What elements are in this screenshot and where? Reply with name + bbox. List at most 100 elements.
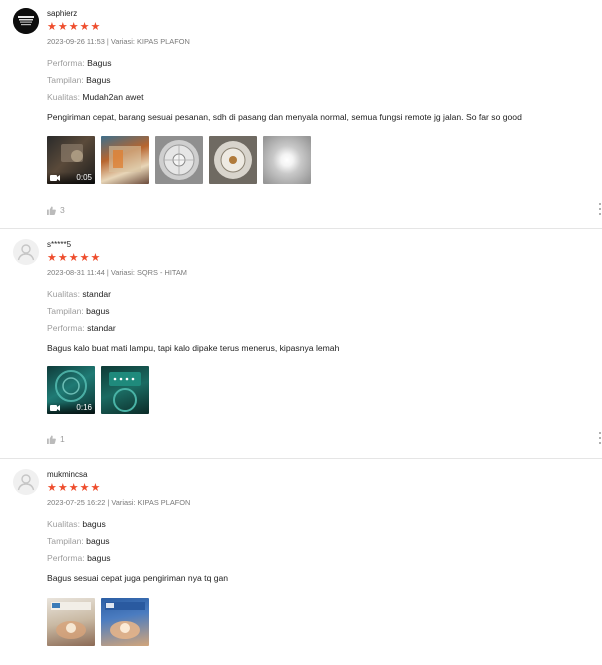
more-options-button[interactable]	[598, 432, 602, 444]
star-icon: ★	[57, 482, 68, 494]
review-username[interactable]: mukmincsa	[47, 469, 592, 480]
attribute-key: Tampilan:	[47, 306, 84, 316]
review-meta: 2023-09-26 11:53 | Variasi: KIPAS PLAFON	[47, 37, 190, 46]
attribute-value: bagus	[82, 519, 106, 529]
thumbs-up-icon	[47, 434, 56, 444]
attribute-key: Kualitas:	[47, 289, 80, 299]
review-username[interactable]: s*****5	[47, 239, 592, 250]
more-vertical-icon	[599, 203, 601, 205]
review-media: 0:16	[47, 366, 149, 414]
video-duration: 0:05	[76, 173, 92, 182]
attribute-value: Bagus	[87, 58, 112, 68]
photo-image	[105, 602, 145, 639]
review-photo-thumbnail[interactable]	[101, 598, 149, 646]
review-photo-thumbnail[interactable]	[263, 136, 311, 184]
video-camera-icon	[50, 175, 60, 181]
review-photo-thumbnail[interactable]	[101, 366, 149, 414]
attribute-value: bagus	[86, 536, 110, 546]
attribute-key: Kualitas:	[47, 519, 80, 529]
review-meta: 2023-08-31 11:44 | Variasi: SQRS - HITAM	[47, 268, 187, 277]
star-icon: ★	[47, 252, 57, 264]
review-attributes: Kualitas: bagus Tampilan: bagus Performa…	[47, 519, 592, 570]
attribute-key: Performa:	[47, 553, 85, 563]
attribute-key: Tampilan:	[47, 536, 84, 546]
attribute-row: Kualitas: Mudah2an awet	[47, 92, 592, 109]
star-icon: ★	[90, 21, 101, 33]
photo-image	[51, 602, 91, 639]
star-rating: ★ ★ ★ ★ ★	[47, 483, 592, 494]
review-item: saphierz ★ ★ ★ ★ ★ 2023-09-26 11:53 | Va…	[0, 0, 602, 228]
star-icon: ★	[68, 21, 79, 33]
review-comment: Pengiriman cepat, barang sesuai pesanan,…	[47, 112, 522, 122]
video-camera-icon	[50, 405, 60, 411]
attribute-row: Performa: Bagus	[47, 58, 592, 75]
star-icon: ★	[47, 21, 57, 33]
attribute-row: Kualitas: standar	[47, 289, 592, 306]
like-button[interactable]: 3	[47, 205, 65, 215]
star-icon: ★	[79, 252, 90, 264]
review-photo-thumbnail[interactable]	[101, 136, 149, 184]
star-icon: ★	[90, 482, 101, 494]
review-photo-thumbnail[interactable]	[155, 136, 203, 184]
star-rating: ★ ★ ★ ★ ★	[47, 253, 592, 264]
like-count: 3	[60, 205, 65, 215]
user-icon	[17, 244, 35, 261]
star-rating: ★ ★ ★ ★ ★	[47, 22, 592, 33]
attribute-key: Performa:	[47, 58, 85, 68]
star-icon: ★	[79, 21, 90, 33]
attribute-key: Performa:	[47, 323, 85, 333]
avatar[interactable]	[13, 469, 39, 495]
review-photo-thumbnail[interactable]	[47, 598, 95, 646]
star-icon: ★	[68, 252, 79, 264]
review-comment: Bagus kalo buat mati lampu, tapi kalo di…	[47, 343, 340, 353]
attribute-value: bagus	[86, 306, 110, 316]
attribute-value: bagus	[87, 553, 111, 563]
attribute-row: Tampilan: bagus	[47, 536, 592, 553]
star-icon: ★	[57, 252, 68, 264]
review-video-thumbnail[interactable]: 0:05	[47, 136, 95, 184]
like-count: 1	[60, 434, 65, 444]
star-icon: ★	[90, 252, 101, 264]
star-icon: ★	[68, 482, 79, 494]
attribute-value: standar	[82, 289, 112, 299]
attribute-row: Performa: bagus	[47, 553, 592, 570]
attribute-row: Performa: standar	[47, 323, 592, 340]
star-icon: ★	[79, 482, 90, 494]
review-meta: 2023-07-25 16:22 | Variasi: KIPAS PLAFON	[47, 498, 191, 507]
attribute-row: Kualitas: bagus	[47, 519, 592, 536]
review-username[interactable]: saphierz	[47, 8, 592, 19]
like-button[interactable]: 1	[47, 434, 65, 444]
review-video-thumbnail[interactable]: 0:16	[47, 366, 95, 414]
attribute-key: Kualitas:	[47, 92, 80, 102]
user-icon	[17, 474, 35, 491]
review-item: mukmincsa ★ ★ ★ ★ ★ 2023-07-25 16:22 | V…	[0, 459, 602, 665]
review-media: 0:05	[47, 136, 311, 184]
review-photo-thumbnail[interactable]	[209, 136, 257, 184]
video-overlay: 0:05	[47, 172, 95, 184]
thumbs-up-icon	[47, 205, 56, 215]
attribute-row: Tampilan: Bagus	[47, 75, 592, 92]
review-item: s*****5 ★ ★ ★ ★ ★ 2023-08-31 11:44 | Var…	[0, 229, 602, 458]
more-vertical-icon	[599, 432, 601, 434]
attribute-row: Tampilan: bagus	[47, 306, 592, 323]
avatar[interactable]	[13, 8, 39, 34]
review-attributes: Performa: Bagus Tampilan: Bagus Kualitas…	[47, 58, 592, 109]
attribute-value: Mudah2an awet	[82, 92, 144, 102]
review-comment: Bagus sesuai cepat juga pengiriman nya t…	[47, 573, 229, 583]
attribute-key: Tampilan:	[47, 75, 84, 85]
video-duration: 0:16	[76, 403, 92, 412]
photo-image	[109, 146, 141, 172]
star-icon: ★	[47, 482, 57, 494]
avatar[interactable]	[13, 239, 39, 265]
photo-image	[214, 141, 252, 179]
avatar-logo-icon	[13, 8, 39, 34]
attribute-value: Bagus	[86, 75, 111, 85]
review-media	[47, 598, 149, 646]
photo-image	[109, 372, 141, 412]
star-icon: ★	[57, 21, 68, 33]
video-overlay: 0:16	[47, 402, 95, 414]
photo-image	[159, 140, 199, 180]
more-options-button[interactable]	[598, 203, 602, 215]
review-attributes: Kualitas: standar Tampilan: bagus Perfor…	[47, 289, 592, 340]
attribute-value: standar	[87, 323, 116, 333]
